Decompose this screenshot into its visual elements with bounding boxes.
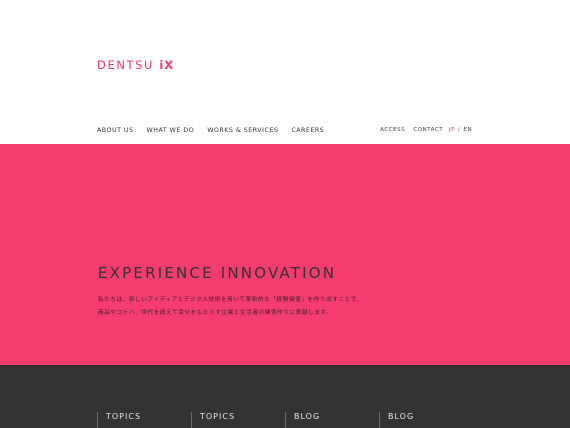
page: DENTSU iX ABOUT US WHAT WE DO WORKS & SE… bbox=[0, 0, 570, 428]
footer-topics-2[interactable]: TOPICS bbox=[191, 412, 235, 428]
nav-what-we-do[interactable]: WHAT WE DO bbox=[147, 127, 195, 134]
nav-contact[interactable]: CONTACT bbox=[413, 127, 443, 133]
lang-separator: / bbox=[458, 127, 461, 133]
nav-access[interactable]: ACCESS bbox=[380, 127, 405, 133]
nav-works-services[interactable]: WORKS & SERVICES bbox=[207, 127, 278, 134]
logo-text: DENTSU bbox=[97, 58, 155, 72]
hero-section: EXPERIENCE INNOVATION 私たちは、新しいアイディアとデジタル… bbox=[0, 144, 570, 365]
hero-line: 商品やコトバ、世代を超えて幸せをもたらす企業と生活者の関係作りに貢献します。 bbox=[98, 310, 333, 316]
main-nav: ABOUT US WHAT WE DO WORKS & SERVICES CAR… bbox=[97, 127, 337, 134]
lang-jp[interactable]: JP bbox=[449, 127, 455, 133]
dentsu-ix-logo[interactable]: DENTSU iX bbox=[97, 58, 174, 72]
nav-about-us[interactable]: ABOUT US bbox=[97, 127, 134, 134]
nav-careers[interactable]: CAREERS bbox=[291, 127, 324, 134]
logo-ix: iX bbox=[159, 58, 175, 72]
hero-description: 私たちは、新しいアイディアとデジタル技術を用いて革新的な「経験価値」を作り出すこ… bbox=[98, 294, 398, 320]
footer-topics-1[interactable]: TOPICS bbox=[97, 412, 141, 428]
sub-nav: ACCESS CONTACT bbox=[380, 127, 451, 133]
hero-title: EXPERIENCE INNOVATION bbox=[98, 264, 337, 282]
site-header: DENTSU iX ABOUT US WHAT WE DO WORKS & SE… bbox=[0, 0, 570, 144]
footer-blog-1[interactable]: BLOG bbox=[285, 412, 320, 428]
language-switcher: JP / EN bbox=[449, 127, 472, 133]
lang-en[interactable]: EN bbox=[463, 127, 472, 133]
site-footer: TOPICS TOPICS BLOG BLOG bbox=[0, 365, 570, 428]
footer-blog-2[interactable]: BLOG bbox=[379, 412, 414, 428]
hero-line: 私たちは、新しいアイディアとデジタル技術を用いて革新的な「経験価値」を作り出すこ… bbox=[98, 297, 363, 303]
